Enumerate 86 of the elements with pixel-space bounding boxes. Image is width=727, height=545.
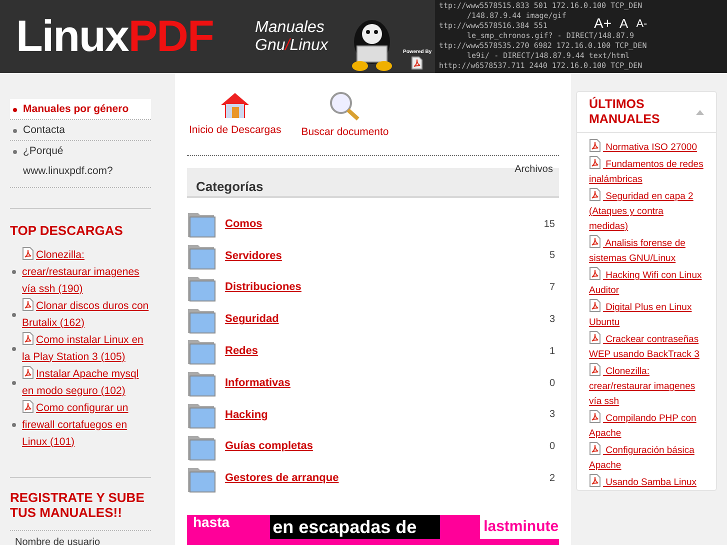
pdf-file-icon [589, 267, 601, 280]
bullet-icon [13, 150, 17, 154]
logo-text: Linux [16, 14, 128, 58]
manual-link[interactable]: Seguridad en capa 2 (Ataques y contra medidas) [589, 188, 704, 234]
bullet-icon [12, 312, 16, 316]
category-link[interactable]: Guías completas [225, 438, 550, 455]
pdf-file-icon [589, 139, 601, 152]
section-title: REGISTRATE Y SUBE TUS MANUALES!! [10, 490, 151, 530]
toolbar-link[interactable]: Buscar documento [301, 91, 389, 141]
download-link[interactable]: Clonar discos duros con Brutalix (162) [22, 298, 151, 332]
pdf-file-icon [589, 442, 601, 455]
bullet-icon [12, 346, 16, 350]
category-link[interactable]: Comos [225, 216, 544, 232]
font-size-button[interactable]: A [618, 17, 630, 30]
table-cell-text: 3 [549, 313, 555, 328]
pdf-file-icon [589, 410, 601, 423]
category-link[interactable]: Redes [225, 343, 550, 360]
collapse-caret-icon[interactable] [696, 110, 704, 114]
font-size-button[interactable]: A- [635, 19, 648, 30]
column-title: Categorías [196, 178, 264, 196]
manual-link[interactable]: Crackear contraseñas WEP usando BackTrack 3 [589, 331, 704, 362]
table-cell-text: 1 [549, 344, 555, 359]
table-cell-text: 0 [549, 440, 555, 454]
section-title: TOP DESCARGAS [10, 222, 124, 240]
toolbar-link[interactable]: Inicio de Descargas [189, 91, 282, 141]
pdf-file-icon [589, 156, 601, 169]
download-link[interactable]: Como instalar Linux en la Play Station 3 (105) [22, 332, 151, 366]
bullet-icon [12, 423, 16, 427]
category-link[interactable]: Gestores de arranque [225, 470, 550, 487]
manual-link[interactable]: Digital Plus en Linux Ubuntu [589, 299, 704, 330]
ad-banner[interactable]: hasta en escapadas de lastminute [187, 515, 559, 545]
manual-link[interactable]: Configuración básica Apache [589, 442, 704, 473]
manual-link[interactable]: Fundamentos de redes inalámbricas [589, 156, 704, 187]
pdf-file-icon [589, 331, 601, 344]
banner-text: hasta [193, 515, 230, 530]
tagline-text: Gnu [255, 36, 286, 54]
category-link[interactable]: Distribuciones [225, 279, 550, 296]
pdf-file-icon [22, 400, 34, 412]
nav-link[interactable]: ¿Porqué www.linuxpdf.com? [10, 141, 151, 181]
nav-link[interactable]: Contacta [10, 120, 151, 141]
manual-link[interactable]: Normativa ISO 27000 [589, 139, 704, 155]
tagline-slash: / [285, 36, 290, 54]
download-link[interactable]: Clonezilla: crear/restaurar imagenes vía ssh (190) [22, 246, 151, 298]
pdf-logo-icon [411, 56, 424, 70]
manual-link[interactable]: Compilando PHP con Apache [589, 410, 704, 441]
section-title: ÚLTIMOS MANUALES [589, 97, 661, 127]
banner-text: en escapadas de [270, 515, 440, 540]
house-icon [220, 91, 250, 119]
banner-text: lastminute [480, 515, 559, 540]
table-cell-text: 0 [549, 376, 555, 391]
field-label: Nombre de usuario [14, 536, 102, 545]
category-link[interactable]: Informativas [225, 374, 550, 392]
pdf-file-icon [22, 366, 34, 378]
pdf-file-icon [589, 474, 601, 487]
pdf-file-icon [589, 363, 601, 376]
pdf-file-icon [22, 298, 34, 310]
table-cell-text: 2 [549, 472, 555, 486]
table-cell-text: 15 [544, 218, 555, 232]
column-title: Archivos [514, 162, 553, 177]
table-cell-text: 7 [549, 281, 555, 296]
table-cell-text: 3 [549, 408, 555, 422]
logo-text: PDF [128, 14, 214, 58]
category-link[interactable]: Servidores [225, 248, 550, 264]
bullet-icon [12, 380, 16, 384]
tagline-text: Linux [290, 36, 328, 54]
manual-link[interactable]: Clonezilla: crear/restaurar imagenes vía ssh [589, 363, 704, 409]
pdf-file-icon [589, 299, 601, 312]
search-icon [329, 91, 361, 121]
table-cell-text: 5 [549, 249, 555, 264]
pdf-file-icon [589, 188, 601, 201]
bullet-icon [13, 129, 17, 133]
tagline-text: Manuales [255, 18, 326, 36]
manual-link[interactable]: Usando Samba Linux [589, 474, 704, 490]
category-link[interactable]: Hacking [225, 406, 550, 424]
category-link[interactable]: Seguridad [225, 311, 550, 328]
download-link[interactable]: Como configurar un firewall cortafuegos en Linux (101) [22, 400, 151, 450]
bullet-icon [13, 108, 17, 112]
manual-link[interactable]: Analisis forense de sistemas GNU/Linux [589, 235, 704, 266]
font-size-button[interactable]: A+ [593, 16, 613, 30]
download-link[interactable]: Instalar Apache mysql en modo seguro (102) [22, 366, 151, 400]
pdf-file-icon [589, 235, 601, 248]
pdf-file-icon [22, 246, 34, 260]
pdf-file-icon [22, 332, 34, 344]
manual-link[interactable]: Hacking Wifi con Linux Auditor [589, 267, 704, 298]
bullet-icon [12, 270, 16, 274]
nav-link[interactable]: Manuales por género [10, 99, 151, 120]
